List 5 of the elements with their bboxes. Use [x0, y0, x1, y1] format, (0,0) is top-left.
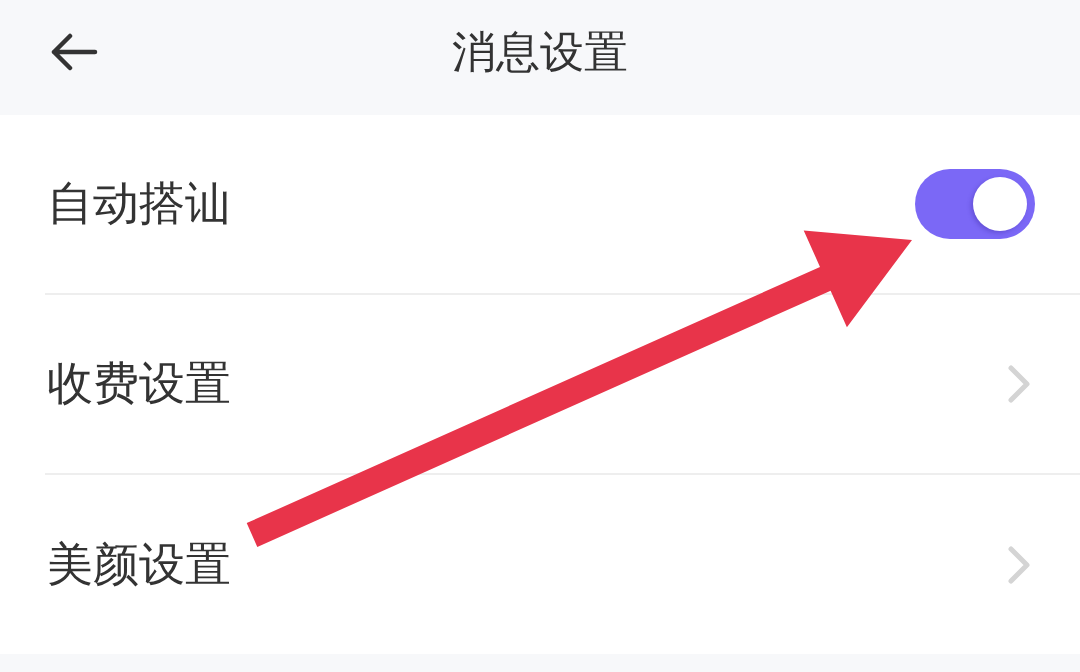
- setting-label: 美颜设置: [47, 536, 231, 593]
- setting-label: 自动搭讪: [47, 176, 231, 232]
- back-arrow-icon[interactable]: [50, 33, 98, 71]
- page-title: 消息设置: [452, 26, 628, 79]
- setting-label: 收费设置: [47, 356, 231, 412]
